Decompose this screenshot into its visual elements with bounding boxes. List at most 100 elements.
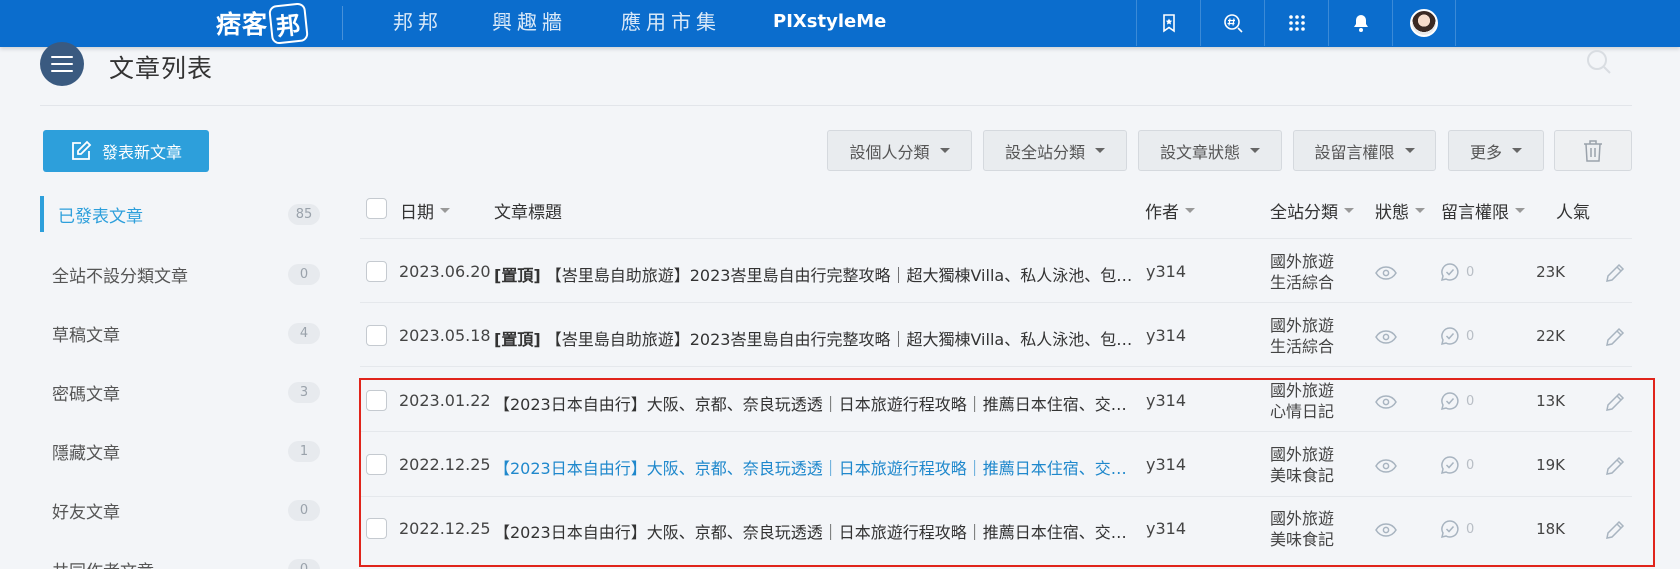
- comment-permission[interactable]: 0: [1440, 391, 1474, 411]
- set-post-status-button[interactable]: 設文章狀態: [1138, 130, 1282, 171]
- hashtag-search-icon[interactable]: [1200, 0, 1264, 46]
- column-header-popularity: 人氣: [1556, 198, 1590, 223]
- sidebar-item-hidden[interactable]: 隱藏文章 1: [40, 433, 320, 469]
- pencil-icon[interactable]: [1604, 455, 1626, 477]
- nav-interest-wall[interactable]: 興趣牆: [492, 0, 567, 46]
- post-category: 國外旅遊 美味食記: [1270, 444, 1334, 486]
- sidebar-item-label: 密碼文章: [52, 384, 120, 405]
- sidebar-item-password[interactable]: 密碼文章 3: [40, 374, 320, 410]
- hamburger-menu-icon[interactable]: [40, 42, 84, 86]
- caret-down-icon: [1512, 148, 1522, 153]
- count-badge: 3: [288, 382, 320, 403]
- comment-permission[interactable]: 0: [1440, 262, 1474, 282]
- comment-count: 0: [1466, 328, 1475, 344]
- row-checkbox[interactable]: [366, 261, 387, 282]
- sidebar-item-published[interactable]: 已發表文章 85: [40, 196, 320, 232]
- apps-grid-icon[interactable]: [1264, 0, 1328, 46]
- eye-icon[interactable]: [1375, 522, 1397, 538]
- post-author[interactable]: y314: [1146, 455, 1186, 474]
- post-author[interactable]: y314: [1146, 262, 1186, 281]
- delete-button[interactable]: [1554, 130, 1632, 171]
- column-header-comment-permission[interactable]: 留言權限: [1441, 198, 1525, 223]
- count-badge: 0: [288, 559, 320, 569]
- comment-count: 0: [1466, 457, 1475, 473]
- sort-caret-icon: [1515, 208, 1525, 213]
- pencil-icon[interactable]: [1604, 326, 1626, 348]
- column-header-date[interactable]: 日期: [400, 198, 450, 223]
- sort-caret-icon: [440, 208, 450, 213]
- caret-down-icon: [939, 148, 950, 153]
- pencil-icon[interactable]: [1604, 391, 1626, 413]
- post-title-text: 【2023日本自由行】大阪、京都、奈良玩透透｜日本旅遊行程攻略｜推薦日本住宿、交…: [494, 459, 1139, 478]
- column-header-author[interactable]: 作者: [1145, 198, 1195, 223]
- sort-caret-icon: [1344, 208, 1354, 213]
- nav-bangbang[interactable]: 邦邦: [393, 0, 443, 46]
- trash-icon: [1584, 139, 1602, 162]
- post-author[interactable]: y314: [1146, 326, 1186, 345]
- pencil-icon[interactable]: [1604, 519, 1626, 541]
- post-author[interactable]: y314: [1146, 391, 1186, 410]
- bell-icon[interactable]: [1328, 0, 1392, 46]
- user-avatar-button[interactable]: [1392, 0, 1456, 46]
- post-date: 2022.12.25: [399, 455, 491, 474]
- nav-app-market[interactable]: 應用市集: [621, 0, 721, 46]
- sort-caret-icon: [1185, 208, 1195, 213]
- top-navigation-bar: 痞客 邦 邦邦 興趣牆 應用市集 PIXstyleMe: [0, 0, 1680, 47]
- post-title-link[interactable]: 【2023日本自由行】大阪、京都、奈良玩透透｜日本旅遊行程攻略｜推薦日本住宿、交…: [494, 391, 1139, 415]
- post-author[interactable]: y314: [1146, 519, 1186, 538]
- select-all-checkbox[interactable]: [366, 198, 387, 219]
- comment-permission[interactable]: 0: [1440, 455, 1474, 475]
- row-checkbox[interactable]: [366, 454, 387, 475]
- category-secondary: 美味食記: [1270, 466, 1335, 485]
- sidebar-item-uncategorized[interactable]: 全站不設分類文章 0: [40, 256, 320, 292]
- post-title-link[interactable]: 【2023日本自由行】大阪、京都、奈良玩透透｜日本旅遊行程攻略｜推薦日本住宿、交…: [494, 455, 1139, 479]
- row-checkbox[interactable]: [366, 390, 387, 411]
- caret-down-icon: [1095, 148, 1105, 153]
- sidebar-item-drafts[interactable]: 草稿文章 4: [40, 315, 320, 351]
- column-header-category[interactable]: 全站分類: [1270, 198, 1354, 223]
- post-date: 2023.01.22: [399, 391, 491, 410]
- column-header-status[interactable]: 狀態: [1375, 198, 1425, 223]
- sidebar-item-coauthor[interactable]: 共同作者文章 0: [40, 551, 320, 569]
- button-label: 設個人分類: [849, 142, 930, 162]
- eye-icon[interactable]: [1375, 458, 1397, 474]
- new-post-button[interactable]: 發表新文章: [43, 130, 209, 172]
- post-date: 2022.12.25: [399, 519, 491, 538]
- post-title-link[interactable]: 【2023日本自由行】大阪、京都、奈良玩透透｜日本旅遊行程攻略｜推薦日本住宿、交…: [494, 519, 1139, 543]
- post-category: 國外旅遊 美味食記: [1270, 508, 1334, 550]
- eye-icon[interactable]: [1375, 265, 1397, 281]
- eye-icon[interactable]: [1375, 394, 1397, 410]
- search-icon[interactable]: [1586, 49, 1612, 75]
- sidebar-item-friends[interactable]: 好友文章 0: [40, 492, 320, 528]
- category-primary: 國外旅遊: [1270, 509, 1335, 528]
- pinned-label: [置頂]: [494, 266, 541, 285]
- set-personal-category-button[interactable]: 設個人分類: [827, 130, 972, 171]
- header-label: 人氣: [1556, 203, 1590, 223]
- nav-pixstyleme[interactable]: PIXstyleMe: [773, 0, 886, 46]
- row-checkbox[interactable]: [366, 325, 387, 346]
- button-label: 設文章狀態: [1159, 142, 1240, 162]
- post-title-link[interactable]: [置頂] 【峇里島自助旅遊】2023峇里島自由行完整攻略｜超大獨棟Villa、私…: [494, 262, 1139, 286]
- post-title-link[interactable]: [置頂] 【峇里島自助旅遊】2023峇里島自由行完整攻略｜超大獨棟Villa、私…: [494, 326, 1139, 350]
- row-checkbox[interactable]: [366, 518, 387, 539]
- pencil-icon[interactable]: [1604, 262, 1626, 284]
- comment-permission[interactable]: 0: [1440, 519, 1474, 539]
- more-button[interactable]: 更多: [1448, 130, 1544, 171]
- eye-icon[interactable]: [1375, 329, 1397, 345]
- set-comment-permission-button[interactable]: 設留言權限: [1293, 130, 1436, 171]
- row-divider: [360, 302, 1632, 303]
- post-title-text: 【2023日本自由行】大阪、京都、奈良玩透透｜日本旅遊行程攻略｜推薦日本住宿、交…: [494, 523, 1139, 542]
- set-site-category-button[interactable]: 設全站分類: [983, 130, 1127, 171]
- comment-permission[interactable]: 0: [1440, 326, 1474, 346]
- header-label: 作者: [1145, 203, 1179, 223]
- popularity-count: 19K: [1536, 456, 1565, 474]
- pixnet-logo[interactable]: 痞客 邦: [216, 1, 309, 45]
- sidebar-item-label: 已發表文章: [58, 206, 143, 227]
- post-date: 2023.06.20: [399, 262, 491, 281]
- category-primary: 國外旅遊: [1270, 252, 1335, 271]
- header-label: 日期: [400, 203, 434, 223]
- avatar: [1410, 9, 1438, 37]
- bookmark-star-icon[interactable]: [1136, 0, 1200, 46]
- button-label: 更多: [1469, 142, 1502, 162]
- comment-check-icon: [1440, 456, 1459, 475]
